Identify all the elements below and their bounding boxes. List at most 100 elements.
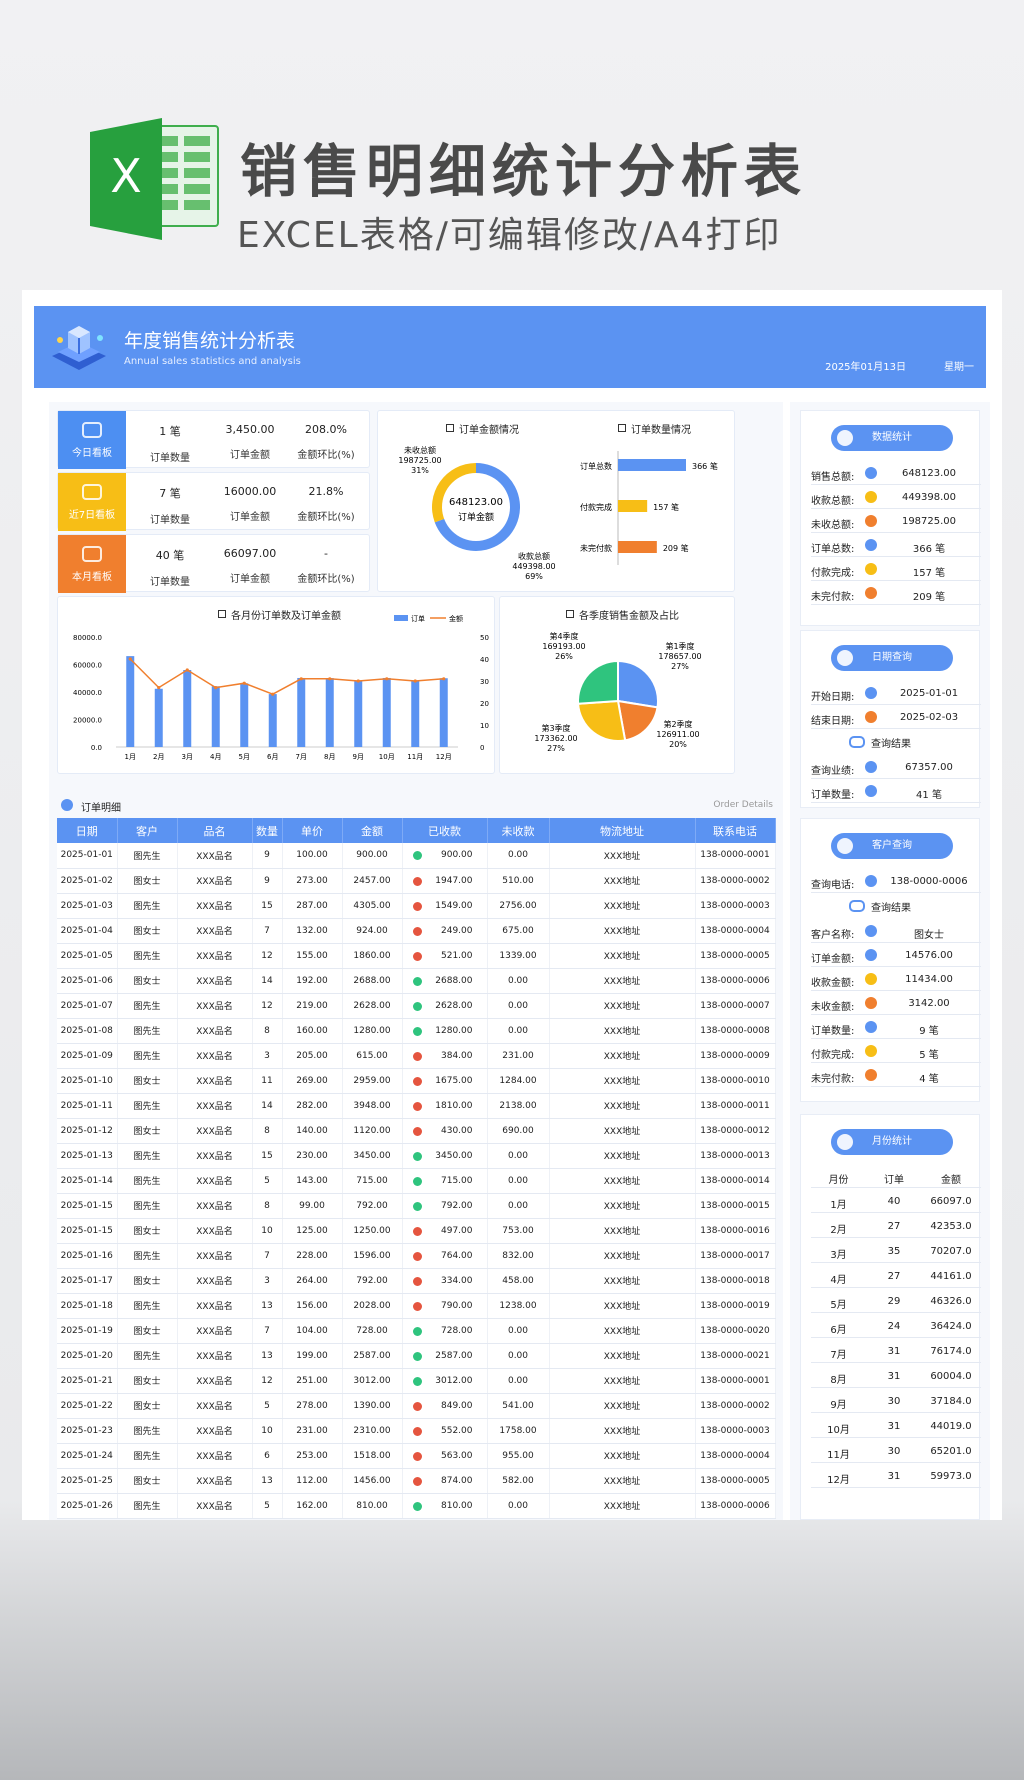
table-cell: 图女士 xyxy=(117,868,178,894)
x-tick-label: 8月 xyxy=(324,753,335,761)
amount-point xyxy=(413,679,417,683)
table-cell: 2025-01-16 xyxy=(57,1243,118,1269)
calendar-icon xyxy=(865,711,877,723)
table-cell: 138-0000-0001 xyxy=(695,1368,776,1394)
table-row: 2025-01-05 图先生 XXX品名 12 155.00 1860.00 521.00 1… xyxy=(57,943,776,969)
month-bar xyxy=(126,656,135,747)
received-value: 249.00 xyxy=(441,925,473,936)
table-cell: 2959.00 xyxy=(342,1068,403,1094)
x-tick-label: 10月 xyxy=(379,753,395,761)
orders-cell: 30 xyxy=(887,1446,901,1457)
table-cell: 231.00 xyxy=(282,1418,343,1444)
table-row: 2025-01-16 图先生 XXX品名 7 228.00 1596.00 764.00 83… xyxy=(57,1243,776,1269)
date-result-value: 67357.00 xyxy=(905,762,953,773)
dashboard-subtitle: Annual sales statistics and analysis xyxy=(124,356,301,367)
stats-row-label: 未完付款: xyxy=(811,592,855,603)
month-cell: 2月 xyxy=(830,1225,847,1236)
kpi-amount: 16000.00 xyxy=(223,485,277,498)
donut-label-value: 449398.00 xyxy=(512,562,555,571)
table-cell: 2688.00 xyxy=(342,968,403,994)
table-cell: 269.00 xyxy=(282,1068,343,1094)
table-cell: 253.00 xyxy=(282,1443,343,1469)
amount-point xyxy=(442,677,446,681)
cross-icon xyxy=(412,951,422,961)
end-date-value[interactable]: 2025-02-03 xyxy=(889,712,969,723)
stats-row-value: 209 笔 xyxy=(912,592,946,603)
customer-row-label: 付款完成: xyxy=(811,1050,855,1061)
orders-header: 订单 xyxy=(884,1175,904,1186)
table-cell: XXX地址 xyxy=(549,868,696,894)
table-cell: XXX品名 xyxy=(177,1068,253,1094)
cross-icon xyxy=(412,1126,422,1136)
table-cell: XXX地址 xyxy=(549,1018,696,1044)
x-tick-label: 11月 xyxy=(407,753,423,761)
status-icon xyxy=(865,491,877,503)
table-cell: 2628.00 xyxy=(342,993,403,1019)
table-cell: 264.00 xyxy=(282,1268,343,1294)
month-cell: 7月 xyxy=(830,1350,847,1361)
received-value: 497.00 xyxy=(441,1225,473,1236)
table-cell: 100.00 xyxy=(282,843,343,869)
x-tick-label: 5月 xyxy=(239,753,250,761)
received-value: 2628.00 xyxy=(435,1000,473,1011)
column-header: 数量 xyxy=(252,818,283,843)
table-cell: XXX地址 xyxy=(549,943,696,969)
table-cell: 图先生 xyxy=(117,1418,178,1444)
status-icon xyxy=(865,587,877,599)
table-row: 2025-01-25 图女士 XXX品名 13 112.00 1456.00 874.00 5… xyxy=(57,1468,776,1494)
table-cell: XXX地址 xyxy=(549,1093,696,1119)
table-cell: 900.00 xyxy=(402,843,488,869)
status-icon xyxy=(865,563,877,575)
table-cell: 160.00 xyxy=(282,1018,343,1044)
table-cell: XXX品名 xyxy=(177,1043,253,1069)
table-cell: XXX品名 xyxy=(177,1243,253,1269)
table-cell: 3948.00 xyxy=(342,1093,403,1119)
kpi-ratio-label: 金额环比(%) xyxy=(297,574,355,585)
performance-icon xyxy=(865,761,877,773)
quarter-label-value: 173362.00 xyxy=(534,734,577,743)
donut-label-name: 收款总额 xyxy=(518,551,550,561)
table-cell: 615.00 xyxy=(342,1043,403,1069)
table-cell: XXX地址 xyxy=(549,1043,696,1069)
table-cell: 2025-01-12 xyxy=(57,1118,118,1144)
status-icon xyxy=(865,539,877,551)
check-icon xyxy=(412,1001,422,1011)
check-icon xyxy=(412,1376,422,1386)
cross-icon xyxy=(412,1276,422,1286)
table-cell: 2025-01-03 xyxy=(57,893,118,919)
table-row: 2025-01-11 图先生 XXX品名 14 282.00 3948.00 1810.00… xyxy=(57,1093,776,1119)
legend-bar-swatch xyxy=(394,615,408,621)
status-icon xyxy=(865,467,877,479)
table-cell: 99.00 xyxy=(282,1193,343,1219)
table-cell: 1390.00 xyxy=(342,1393,403,1419)
stats-row: 收款总额: 449398.00 xyxy=(811,485,981,509)
cross-icon xyxy=(412,1076,422,1086)
monitor-icon xyxy=(82,546,102,562)
start-date-value[interactable]: 2025-01-01 xyxy=(889,688,969,699)
table-cell: 138-0000-0020 xyxy=(695,1318,776,1344)
table-cell: 2028.00 xyxy=(342,1293,403,1319)
check-icon xyxy=(412,1176,422,1186)
quarter-slice xyxy=(577,699,627,742)
table-cell: 10 xyxy=(252,1418,283,1444)
column-header: 单价 xyxy=(282,818,343,843)
table-cell: 715.00 xyxy=(402,1168,488,1194)
table-cell: 2025-01-04 xyxy=(57,918,118,944)
donut-center-value: 648123.00 xyxy=(449,497,503,508)
table-cell: 2025-01-08 xyxy=(57,1018,118,1044)
month-bar xyxy=(211,686,220,747)
y2-tick-label: 20 xyxy=(480,700,489,708)
amount-cell: 44161.0 xyxy=(930,1271,972,1282)
table-cell: 9 xyxy=(252,868,283,894)
received-value: 1280.00 xyxy=(435,1025,473,1036)
stats-row-value: 648123.00 xyxy=(901,468,957,479)
table-cell: 6 xyxy=(252,1443,283,1469)
table-cell: 图先生 xyxy=(117,993,178,1019)
order-detail-table: 日期 客户 品名 数量 单价 金额 已收款 未收款 物流地址 联系电话 2025-01-01 图先生… xyxy=(57,818,776,1519)
table-cell: 3 xyxy=(252,1043,283,1069)
table-cell: XXX地址 xyxy=(549,1443,696,1469)
phone-query-value[interactable]: 138-0000-0006 xyxy=(889,876,969,887)
quarter-label-name: 第2季度 xyxy=(663,719,692,729)
orders-cell: 31 xyxy=(887,1346,901,1357)
kpi-count: 1 笔 xyxy=(159,425,181,438)
